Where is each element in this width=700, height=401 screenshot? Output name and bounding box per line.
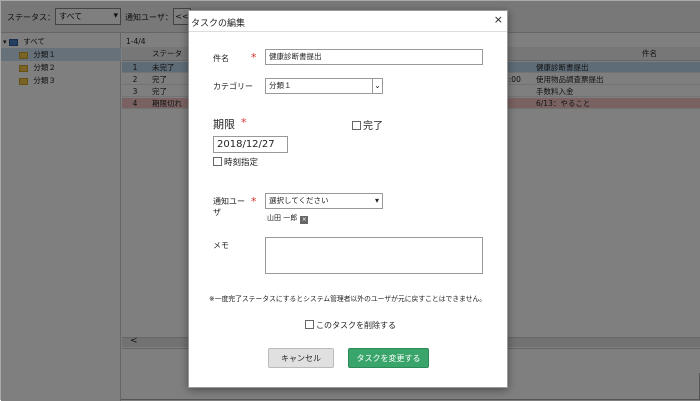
notify-user-name: 山田 一郎	[267, 214, 298, 222]
deadline-date-input[interactable]: 2018/12/27	[213, 136, 288, 153]
cancel-button[interactable]: キャンセル	[268, 348, 334, 368]
caret-down-icon: ▾	[374, 196, 379, 205]
delete-task-label: このタスクを削除する	[316, 321, 396, 330]
close-icon[interactable]: ×	[494, 13, 503, 26]
completion-notice: ※一度完了ステータスにするとシステム管理者以外のユーザが元に戻すことはできません…	[209, 295, 487, 303]
time-specify-checkbox[interactable]: 時刻指定	[213, 156, 258, 168]
category-select[interactable]: 分類１ ⌄	[265, 78, 383, 94]
dialog-header: タスクの編集 ×	[189, 11, 507, 32]
subject-input[interactable]: 健康診断書提出	[265, 49, 483, 65]
time-specify-label: 時刻指定	[224, 158, 259, 168]
notify-user-select[interactable]: 選択してください ▾	[265, 193, 383, 209]
delete-task-checkbox[interactable]: このタスクを削除する	[305, 320, 396, 331]
edit-task-dialog: タスクの編集 × 件名 * 健康診断書提出 カテゴリー 分類１ ⌄ 期限 * 完…	[188, 10, 508, 388]
checkbox-icon	[213, 157, 222, 166]
category-value: 分類１	[269, 81, 292, 90]
notify-user-tag: 山田 一郎 ×	[267, 213, 309, 224]
dialog-title: タスクの編集	[191, 19, 246, 29]
memo-textarea[interactable]	[265, 237, 483, 274]
notify-user-label: 通知ユーザ	[213, 197, 245, 217]
update-task-button[interactable]: タスクを変更する	[348, 348, 429, 368]
required-mark: *	[251, 195, 257, 208]
checkbox-icon	[305, 320, 314, 329]
notify-user-placeholder: 選択してください	[269, 196, 329, 205]
complete-label: 完了	[363, 121, 383, 132]
checkbox-icon	[352, 121, 361, 130]
remove-tag-icon[interactable]: ×	[300, 216, 309, 224]
required-mark: *	[241, 116, 247, 129]
required-mark: *	[251, 51, 257, 64]
memo-label: メモ	[213, 241, 229, 250]
deadline-label: 期限	[213, 118, 235, 131]
chevron-down-icon: ⌄	[372, 79, 382, 93]
complete-checkbox[interactable]: 完了	[352, 117, 383, 132]
subject-label: 件名	[213, 54, 229, 63]
category-label: カテゴリー	[213, 82, 253, 91]
